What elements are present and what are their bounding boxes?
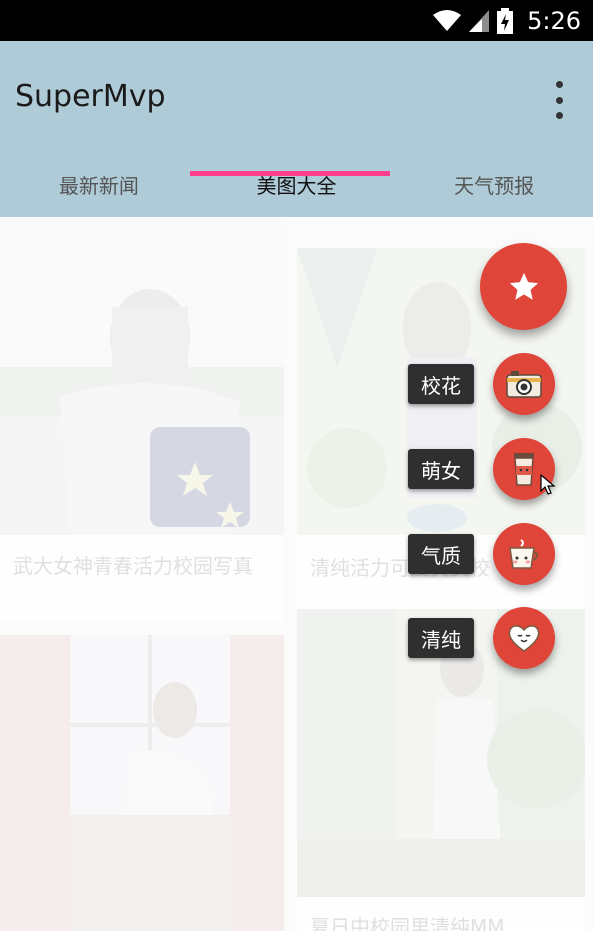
photo-image bbox=[0, 635, 284, 931]
fab-item-qizhi[interactable] bbox=[493, 523, 555, 585]
photo-card[interactable]: 武大女神青春活力校园写真 bbox=[0, 217, 284, 622]
coffee-cup-icon bbox=[514, 453, 534, 486]
battery-icon bbox=[497, 7, 514, 34]
photo-card[interactable] bbox=[0, 635, 284, 931]
status-icons: 5:26 bbox=[433, 0, 581, 41]
fab-item-xiaohua[interactable] bbox=[493, 353, 555, 415]
app-title: SuperMvp bbox=[15, 79, 166, 114]
photo-caption: 夏日中校园里清纯MM bbox=[310, 915, 505, 931]
status-bar: 5:26 bbox=[0, 0, 593, 41]
app-screen: 5:26 SuperMvp 最新新闻 美图大全 天气预报 武大女神青春活力校园写… bbox=[0, 0, 593, 931]
tab-bar: 最新新闻 美图大全 天气预报 bbox=[0, 151, 593, 217]
status-time: 5:26 bbox=[527, 6, 581, 35]
fab-item-qingchun[interactable] bbox=[493, 607, 555, 669]
mouse-cursor-icon bbox=[540, 474, 556, 495]
heart-icon bbox=[508, 625, 540, 652]
wifi-icon bbox=[433, 9, 462, 31]
cute-cup-icon bbox=[509, 539, 538, 569]
signal-icon bbox=[469, 9, 490, 32]
more-vert-icon[interactable] bbox=[549, 81, 569, 119]
tab-indicator bbox=[190, 171, 390, 176]
tab-latest-news[interactable]: 最新新闻 bbox=[0, 151, 198, 217]
fab-label-qingchun[interactable]: 清纯 bbox=[408, 618, 474, 658]
tab-gallery[interactable]: 美图大全 bbox=[198, 151, 396, 217]
photo-image bbox=[0, 217, 284, 535]
fab-label-mengnv[interactable]: 萌女 bbox=[408, 449, 474, 489]
star-icon bbox=[509, 272, 538, 300]
fab-label-qizhi[interactable]: 气质 bbox=[408, 534, 474, 574]
photo-caption: 武大女神青春活力校园写真 bbox=[13, 554, 253, 578]
tab-weather[interactable]: 天气预报 bbox=[395, 151, 593, 217]
app-bar: SuperMvp 最新新闻 美图大全 天气预报 bbox=[0, 41, 593, 217]
camera-icon bbox=[506, 371, 542, 398]
fab-main-button[interactable] bbox=[480, 243, 567, 330]
fab-label-xiaohua[interactable]: 校花 bbox=[408, 364, 474, 404]
